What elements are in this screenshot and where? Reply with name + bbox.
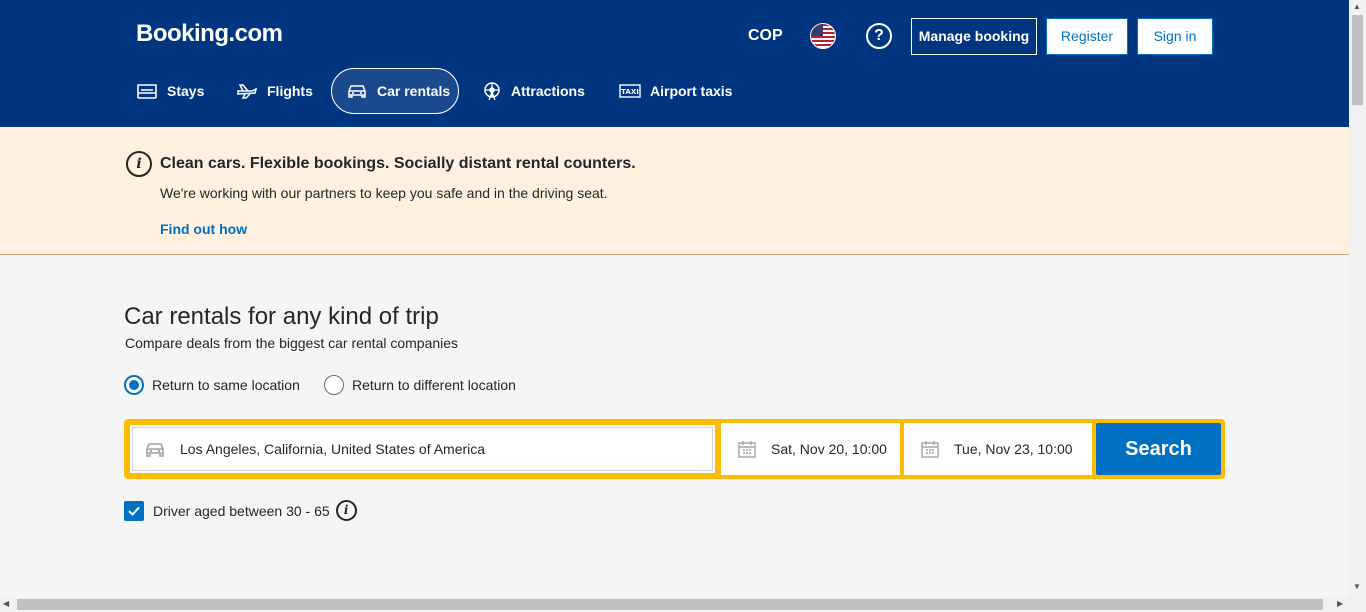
svg-text:TAXI: TAXI: [621, 88, 639, 96]
nav-flights[interactable]: Flights: [236, 68, 313, 114]
sign-in-button[interactable]: Sign in: [1137, 18, 1213, 55]
radio-same-location[interactable]: [124, 375, 144, 395]
plane-icon: [237, 84, 258, 99]
info-icon[interactable]: i: [335, 500, 357, 521]
horizontal-scroll-thumb[interactable]: [17, 599, 1323, 610]
nav-car-rentals[interactable]: Car rentals: [331, 68, 459, 114]
taxi-icon: TAXI: [619, 84, 641, 98]
search-bar: Los Angeles, California, United States o…: [124, 419, 1225, 479]
checkmark-icon: [128, 506, 140, 516]
nav-attractions-label: Attractions: [511, 83, 585, 99]
pickup-location-value: Los Angeles, California, United States o…: [180, 441, 486, 457]
calendar-icon: [738, 441, 756, 458]
us-flag-icon[interactable]: [810, 23, 836, 49]
driver-age-option[interactable]: Driver aged between 30 - 65 i: [124, 500, 357, 521]
scroll-up-arrow-icon[interactable]: ▲: [1353, 2, 1361, 11]
help-icon[interactable]: ?: [866, 23, 892, 49]
find-out-how-link[interactable]: Find out how: [160, 221, 247, 237]
register-button[interactable]: Register: [1046, 18, 1128, 55]
vertical-scrollbar[interactable]: ▲ ▼: [1349, 0, 1366, 597]
pickup-location-input[interactable]: Los Angeles, California, United States o…: [128, 423, 717, 475]
return-different-location-option[interactable]: Return to different location: [324, 375, 516, 395]
nav-attractions[interactable]: Attractions: [482, 68, 585, 114]
car-icon: [146, 443, 164, 457]
banner-text: We're working with our partners to keep …: [160, 185, 608, 201]
page-title: Car rentals for any kind of trip: [124, 303, 439, 330]
dropoff-date-field[interactable]: Tue, Nov 23, 10:00: [904, 423, 1092, 475]
car-icon: [348, 85, 366, 98]
nav-car-rentals-label: Car rentals: [377, 83, 451, 99]
banner-title: Clean cars. Flexible bookings. Socially …: [160, 155, 636, 172]
return-same-location-option[interactable]: Return to same location: [124, 375, 300, 395]
driver-age-checkbox[interactable]: [124, 500, 144, 521]
ferris-wheel-icon: [484, 82, 500, 101]
top-header: Booking.com COP ? Manage booking Registe…: [0, 0, 1349, 127]
nav-stays[interactable]: Stays: [136, 68, 204, 114]
pickup-date-field[interactable]: Sat, Nov 20, 10:00: [721, 423, 900, 475]
page-subtitle: Compare deals from the biggest car renta…: [125, 335, 459, 351]
vertical-scroll-thumb[interactable]: [1352, 15, 1363, 105]
nav-airport-taxis[interactable]: TAXI Airport taxis: [619, 68, 732, 114]
radio-same-location-label: Return to same location: [152, 377, 300, 393]
manage-booking-button[interactable]: Manage booking: [911, 18, 1037, 55]
radio-different-location-label: Return to different location: [352, 377, 516, 393]
scroll-down-arrow-icon[interactable]: ▼: [1353, 582, 1361, 591]
search-button[interactable]: Search: [1096, 423, 1221, 475]
nav-flights-label: Flights: [267, 83, 313, 99]
nav-stays-label: Stays: [167, 83, 205, 99]
bed-icon: [137, 84, 157, 99]
booking-logo[interactable]: Booking.com: [136, 20, 283, 48]
horizontal-scrollbar[interactable]: ◀ ▶: [0, 597, 1366, 612]
covid-info-banner: i Clean cars. Flexible bookings. Sociall…: [0, 127, 1349, 255]
driver-age-label: Driver aged between 30 - 65: [153, 502, 330, 519]
dropoff-date-value: Tue, Nov 23, 10:00: [954, 441, 1073, 457]
scroll-right-arrow-icon[interactable]: ▶: [1337, 599, 1343, 608]
nav-airport-taxis-label: Airport taxis: [650, 83, 733, 99]
currency-selector[interactable]: COP: [748, 27, 783, 45]
scroll-left-arrow-icon[interactable]: ◀: [3, 599, 9, 608]
calendar-icon: [921, 441, 939, 458]
pickup-date-value: Sat, Nov 20, 10:00: [771, 441, 887, 457]
radio-different-location[interactable]: [324, 375, 344, 395]
info-icon: i: [126, 151, 152, 177]
